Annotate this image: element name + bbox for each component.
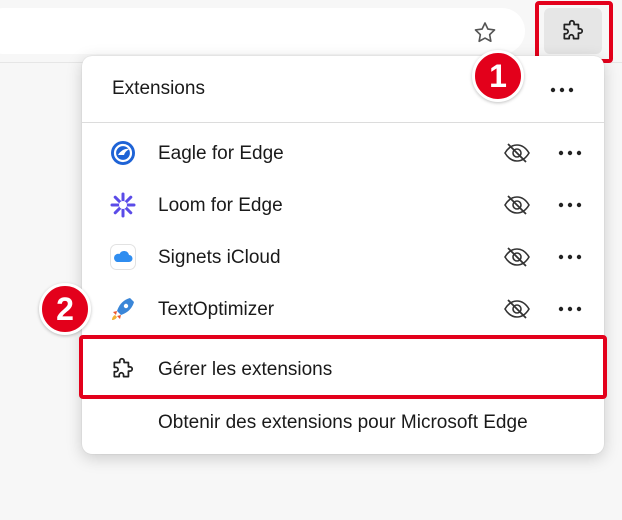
hidden-eye-icon[interactable]: [502, 192, 532, 218]
extensions-button-highlight: [535, 1, 613, 63]
extension-item-textoptimizer[interactable]: TextOptimizer: [82, 283, 604, 335]
extension-item-loom[interactable]: Loom for Edge: [82, 179, 604, 231]
menu-divider: [82, 122, 604, 123]
eagle-logo-icon: [110, 140, 136, 166]
address-bar[interactable]: [0, 8, 525, 54]
extension-more-button[interactable]: [555, 193, 585, 217]
extension-item-eagle[interactable]: Eagle for Edge: [82, 127, 604, 179]
textoptimizer-logo-icon: [110, 296, 136, 322]
loom-logo-icon: [110, 192, 136, 218]
extension-label: TextOptimizer: [158, 299, 275, 320]
favorite-button[interactable]: [467, 16, 503, 50]
star-outline-icon: [474, 22, 496, 43]
extension-label: Loom for Edge: [158, 195, 283, 216]
hidden-eye-icon[interactable]: [502, 140, 532, 166]
icloud-logo-icon: [110, 244, 136, 270]
get-extensions-link[interactable]: Obtenir des extensions pour Microsoft Ed…: [82, 402, 604, 442]
extension-more-button[interactable]: [555, 297, 585, 321]
extension-label: Eagle for Edge: [158, 143, 284, 164]
menu-header: Extensions: [82, 56, 604, 122]
manage-extensions-highlight: [79, 335, 607, 399]
extension-label: Signets iCloud: [158, 247, 281, 268]
browser-toolbar: [0, 0, 622, 63]
more-options-icon: [558, 202, 582, 208]
menu-more-button[interactable]: [547, 78, 577, 102]
more-options-icon: [558, 254, 582, 260]
hidden-eye-icon[interactable]: [502, 296, 532, 322]
step-badge-1: 1: [472, 50, 524, 102]
step-badge-2: 2: [39, 283, 91, 335]
get-extensions-label: Obtenir des extensions pour Microsoft Ed…: [158, 412, 528, 433]
more-options-icon: [558, 306, 582, 312]
extension-more-button[interactable]: [555, 141, 585, 165]
more-options-icon: [550, 87, 574, 93]
extension-item-icloud[interactable]: Signets iCloud: [82, 231, 604, 283]
more-options-icon: [558, 150, 582, 156]
menu-title: Extensions: [112, 78, 205, 99]
hidden-eye-icon[interactable]: [502, 244, 532, 270]
extension-more-button[interactable]: [555, 245, 585, 269]
